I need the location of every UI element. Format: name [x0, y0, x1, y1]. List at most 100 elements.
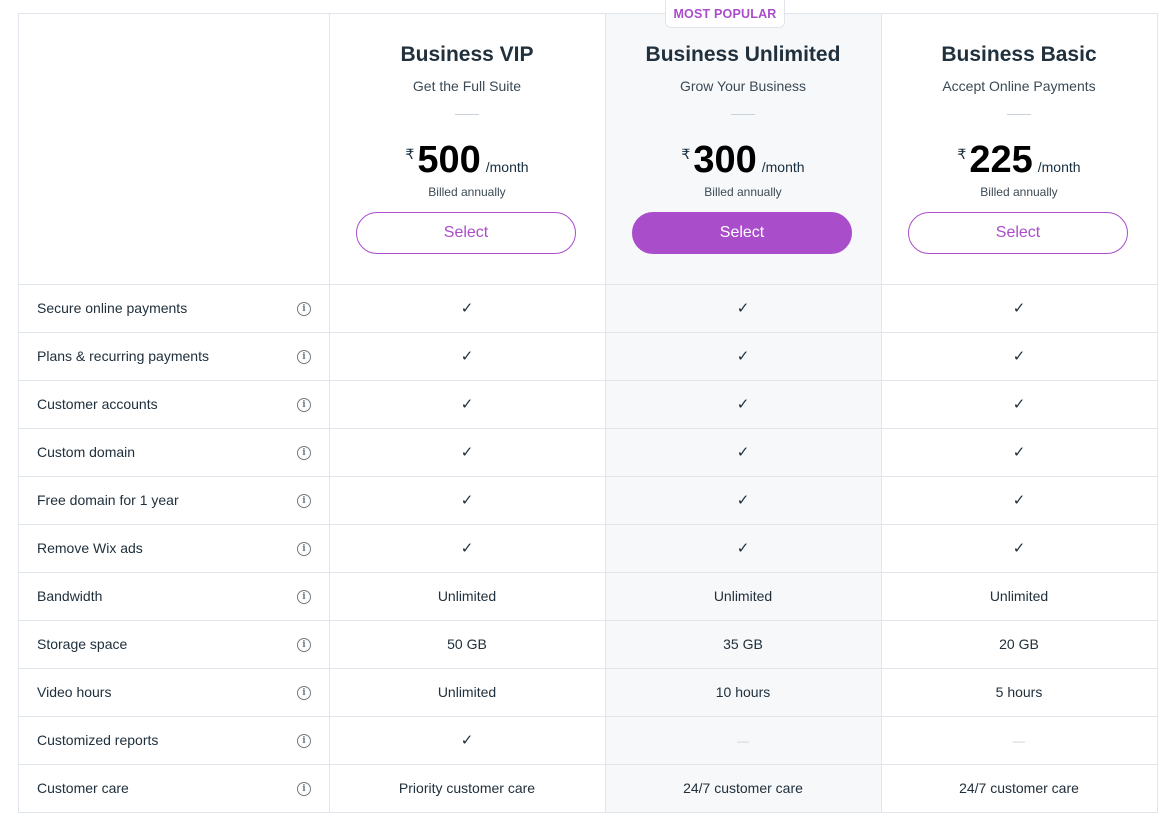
feature-cell: ✓	[881, 333, 1157, 380]
info-icon[interactable]: i	[297, 686, 311, 700]
plan-price: ₹ 225 /month	[881, 140, 1157, 180]
check-icon: ✓	[1012, 491, 1026, 509]
feature-row: Custom domain i ✓ ✓ ✓	[18, 428, 1158, 476]
feature-label: Plans & recurring payments	[37, 348, 209, 364]
feature-cell: ✓	[329, 429, 605, 476]
check-icon: ✓	[1012, 347, 1026, 365]
check-icon: ✓	[736, 491, 750, 509]
price-period: /month	[761, 159, 805, 175]
feature-row: Remove Wix ads i ✓ ✓ ✓	[18, 524, 1158, 572]
feature-cell: ✓	[881, 285, 1157, 332]
plan-header-business-unlimited: Business Unlimited Grow Your Business ₹ …	[605, 13, 881, 284]
plan-price: ₹ 500 /month	[329, 140, 605, 180]
feature-cell: ✓	[881, 381, 1157, 428]
feature-row: Customer accounts i ✓ ✓ ✓	[18, 380, 1158, 428]
feature-cell: ✓	[329, 381, 605, 428]
feature-cell: ✓	[605, 285, 881, 332]
check-icon: ✓	[460, 731, 474, 749]
feature-row: Video hours i Unlimited 10 hours 5 hours	[18, 668, 1158, 716]
info-icon[interactable]: i	[297, 446, 311, 460]
feature-label: Custom domain	[37, 444, 136, 460]
feature-label: Storage space	[37, 636, 128, 652]
feature-row: Customized reports i ✓ — —	[18, 716, 1158, 764]
feature-cell: Priority customer care	[398, 780, 536, 796]
feature-cell: ✓	[329, 477, 605, 524]
feature-cell: ✓	[605, 429, 881, 476]
feature-label: Bandwidth	[37, 588, 103, 604]
check-icon: ✓	[736, 299, 750, 317]
select-business-basic-button[interactable]: Select	[908, 212, 1128, 254]
select-business-vip-button[interactable]: Select	[356, 212, 576, 254]
feature-label: Video hours	[37, 684, 112, 700]
feature-label: Customer accounts	[37, 396, 158, 412]
check-icon: ✓	[460, 395, 474, 413]
feature-cell: 24/7 customer care	[683, 780, 803, 796]
feature-cell: ✓	[881, 477, 1157, 524]
feature-row: Plans & recurring payments i ✓ ✓ ✓	[18, 332, 1158, 380]
info-icon[interactable]: i	[297, 398, 311, 412]
feature-row: Free domain for 1 year i ✓ ✓ ✓	[18, 476, 1158, 524]
dash-icon: —	[1013, 734, 1025, 748]
feature-cell: 50 GB	[447, 636, 487, 652]
billing-note: Billed annually	[428, 185, 506, 199]
feature-cell: —	[605, 717, 881, 764]
billing-note: Billed annually	[704, 185, 782, 199]
price-amount: 300	[693, 139, 757, 181]
check-icon: ✓	[460, 299, 474, 317]
check-icon: ✓	[460, 347, 474, 365]
feature-cell: ✓	[605, 381, 881, 428]
feature-cell: —	[881, 717, 1157, 764]
feature-cell: 20 GB	[999, 636, 1039, 652]
feature-cell: 5 hours	[995, 684, 1043, 700]
price-amount: 225	[969, 139, 1033, 181]
feature-cell: Unlimited	[437, 588, 497, 604]
info-icon[interactable]: i	[297, 734, 311, 748]
feature-cell: Unlimited	[713, 588, 773, 604]
feature-label: Customer care	[37, 780, 129, 796]
feature-cell: 24/7 customer care	[959, 780, 1079, 796]
feature-cell: ✓	[329, 717, 605, 764]
feature-cell: ✓	[605, 333, 881, 380]
feature-cell: ✓	[605, 525, 881, 572]
plan-name: Business Unlimited	[645, 43, 841, 66]
billing-note: Billed annually	[980, 185, 1058, 199]
price-amount: 500	[417, 139, 481, 181]
plan-divider	[455, 114, 479, 115]
currency-symbol: ₹	[681, 146, 691, 162]
select-business-unlimited-button[interactable]: Select	[632, 212, 852, 254]
feature-label: Customized reports	[37, 732, 159, 748]
info-icon[interactable]: i	[297, 542, 311, 556]
check-icon: ✓	[1012, 395, 1026, 413]
currency-symbol: ₹	[405, 146, 415, 162]
check-icon: ✓	[1012, 539, 1026, 557]
feature-cell: ✓	[329, 525, 605, 572]
feature-cell: ✓	[329, 333, 605, 380]
check-icon: ✓	[736, 347, 750, 365]
currency-symbol: ₹	[957, 146, 967, 162]
feature-cell: 10 hours	[715, 684, 771, 700]
feature-label: Secure online payments	[37, 300, 188, 316]
feature-row: Secure online payments i ✓ ✓ ✓	[18, 284, 1158, 332]
plan-subtitle: Grow Your Business	[679, 78, 807, 94]
info-icon[interactable]: i	[297, 302, 311, 316]
plan-subtitle: Accept Online Payments	[942, 78, 1096, 94]
info-icon[interactable]: i	[297, 638, 311, 652]
feature-cell: ✓	[881, 429, 1157, 476]
price-period: /month	[1037, 159, 1081, 175]
feature-label: Remove Wix ads	[37, 540, 143, 556]
feature-cell: Unlimited	[437, 684, 497, 700]
check-icon: ✓	[736, 443, 750, 461]
feature-cell: ✓	[881, 525, 1157, 572]
feature-cell: Unlimited	[989, 588, 1049, 604]
info-icon[interactable]: i	[297, 494, 311, 508]
info-icon[interactable]: i	[297, 782, 311, 796]
check-icon: ✓	[1012, 443, 1026, 461]
info-icon[interactable]: i	[297, 590, 311, 604]
plan-divider	[1007, 114, 1031, 115]
feature-label: Free domain for 1 year	[37, 492, 179, 508]
check-icon: ✓	[736, 539, 750, 557]
feature-cell: 35 GB	[723, 636, 763, 652]
plan-divider	[731, 114, 755, 115]
plan-header-business-basic: Business Basic Accept Online Payments ₹ …	[881, 13, 1157, 284]
info-icon[interactable]: i	[297, 350, 311, 364]
